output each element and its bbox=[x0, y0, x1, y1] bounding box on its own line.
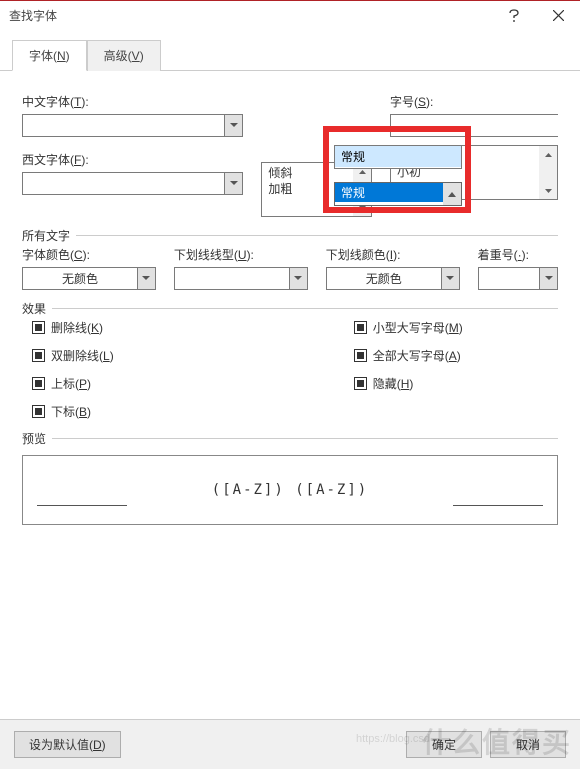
footer: 设为默认值(D) 确定 取消 bbox=[0, 719, 580, 769]
chevron-down-icon[interactable] bbox=[224, 172, 243, 195]
chinese-font-input[interactable] bbox=[22, 114, 224, 137]
chevron-down-icon[interactable] bbox=[137, 267, 156, 290]
all-text-legend: 所有文字 bbox=[22, 227, 76, 244]
scroll-down-icon[interactable] bbox=[539, 182, 557, 199]
size-input[interactable] bbox=[390, 114, 558, 137]
checkbox-indeterminate-icon bbox=[354, 321, 367, 334]
default-button[interactable]: 设为默认值(D) bbox=[14, 731, 121, 758]
checkbox-indeterminate-icon bbox=[32, 349, 45, 362]
checkbox-indeterminate-icon bbox=[354, 377, 367, 390]
preview-legend: 预览 bbox=[22, 430, 52, 447]
style-input[interactable]: 常规 bbox=[334, 145, 462, 169]
style-option-regular[interactable]: 常规 bbox=[335, 183, 443, 202]
checkbox-indeterminate-icon bbox=[32, 321, 45, 334]
check-subscript[interactable]: 下标(B) bbox=[32, 403, 114, 420]
window-title: 查找字体 bbox=[9, 7, 492, 24]
emphasis-combo[interactable] bbox=[478, 267, 558, 290]
checkbox-indeterminate-icon bbox=[354, 349, 367, 362]
content: 中文字体(T): 西文字体(F): x 倾斜 加粗 bbox=[0, 71, 580, 543]
western-font-combo[interactable] bbox=[22, 172, 243, 195]
effects-group: 效果 删除线(K) 双删除线(L) 上标(P) 下标(B) 小型大写字母(M) … bbox=[22, 308, 558, 420]
chinese-font-label: 中文字体(T): bbox=[22, 93, 243, 110]
check-dstrike[interactable]: 双删除线(L) bbox=[32, 347, 114, 364]
size-label: 字号(S): bbox=[390, 93, 558, 110]
chevron-down-icon[interactable] bbox=[539, 267, 558, 290]
western-font-input[interactable] bbox=[22, 172, 224, 195]
check-allcaps[interactable]: 全部大写字母(A) bbox=[354, 347, 463, 364]
cancel-button[interactable]: 取消 bbox=[490, 731, 566, 758]
underline-style-label: 下划线线型(U): bbox=[174, 246, 308, 263]
underline-color-combo[interactable]: 无颜色 bbox=[326, 267, 460, 290]
scroll-up-icon[interactable] bbox=[539, 146, 557, 163]
underline-color-label: 下划线颜色(I): bbox=[326, 246, 460, 263]
tab-advanced[interactable]: 高级(V) bbox=[87, 40, 161, 71]
chevron-down-icon[interactable] bbox=[441, 267, 460, 290]
underline-style-combo[interactable] bbox=[174, 267, 308, 290]
ok-button[interactable]: 确定 bbox=[406, 731, 482, 758]
chinese-font-combo[interactable] bbox=[22, 114, 243, 137]
checkbox-indeterminate-icon bbox=[32, 405, 45, 418]
check-smallcaps[interactable]: 小型大写字母(M) bbox=[354, 319, 463, 336]
titlebar: 查找字体 bbox=[0, 0, 580, 30]
check-strike[interactable]: 删除线(K) bbox=[32, 319, 114, 336]
effects-legend: 效果 bbox=[22, 300, 52, 317]
size-input-combo[interactable] bbox=[390, 114, 558, 137]
western-font-label: 西文字体(F): bbox=[22, 151, 243, 168]
tab-strip: 字体(N) 高级(V) bbox=[0, 40, 580, 71]
tab-font[interactable]: 字体(N) bbox=[12, 40, 87, 71]
chevron-down-icon[interactable] bbox=[224, 114, 243, 137]
help-button[interactable] bbox=[492, 1, 536, 31]
style-dropdown[interactable]: 常规 bbox=[334, 182, 462, 206]
check-superscript[interactable]: 上标(P) bbox=[32, 375, 114, 392]
close-button[interactable] bbox=[536, 1, 580, 31]
preview-box: ([A-Z]) ([A-Z]) bbox=[22, 455, 558, 525]
font-color-label: 字体颜色(C): bbox=[22, 246, 156, 263]
scrollbar[interactable] bbox=[539, 146, 557, 199]
all-text-group: 所有文字 字体颜色(C): 无颜色 下划线线型(U): 下划线颜色(I): 无颜… bbox=[22, 235, 558, 290]
preview-text: ([A-Z]) ([A-Z]) bbox=[212, 482, 368, 498]
font-color-combo[interactable]: 无颜色 bbox=[22, 267, 156, 290]
chevron-up-icon[interactable] bbox=[443, 183, 461, 205]
check-hidden[interactable]: 隐藏(H) bbox=[354, 375, 463, 392]
preview-group: 预览 ([A-Z]) ([A-Z]) bbox=[22, 438, 558, 525]
checkbox-indeterminate-icon bbox=[32, 377, 45, 390]
chevron-down-icon[interactable] bbox=[289, 267, 308, 290]
emphasis-label: 着重号(·): bbox=[478, 246, 558, 263]
